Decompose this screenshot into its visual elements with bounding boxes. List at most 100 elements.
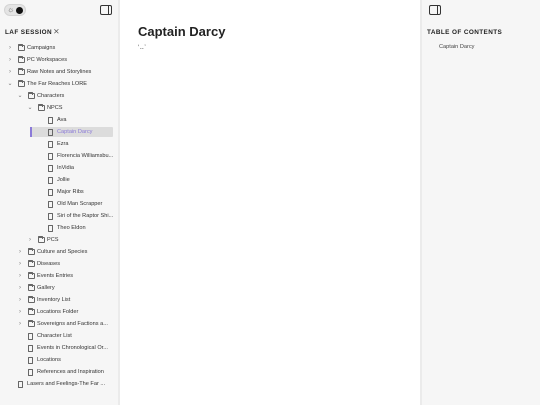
folder-icon (28, 308, 35, 315)
tree-file[interactable]: Events in Chronological Or... (0, 342, 118, 354)
sidebar: ☼ LAF SESSION ⨯ › Campaigns › PC Workspaces… (0, 0, 118, 405)
tree-file[interactable]: Florencia Williamsbu... (0, 150, 118, 162)
tree-folder[interactable]: › Locations Folder (0, 306, 118, 318)
file-icon (48, 188, 53, 196)
file-icon (48, 140, 53, 148)
tree-file[interactable]: Captain Darcy (0, 126, 118, 138)
tree-item-label: Siri of the Raptor Shi... (57, 213, 114, 219)
tree-item-label: Campaigns (27, 45, 56, 51)
tree-file[interactable]: Siri of the Raptor Shi... (0, 210, 118, 222)
chevron-right-icon[interactable]: › (17, 294, 23, 306)
tree-file[interactable]: Lasers and Feelings-The Far ... (0, 378, 118, 390)
tree-folder[interactable]: › Culture and Species (0, 246, 118, 258)
tree-folder[interactable]: ⌄ The Far Reaches LORE (0, 78, 118, 90)
tree-file[interactable]: Jollie (0, 174, 118, 186)
tree-item-label: Locations (37, 357, 61, 363)
chevron-down-icon[interactable]: ⌄ (27, 102, 33, 114)
tree-item-label: Gallery (37, 285, 55, 291)
tree-item-label: PC Workspaces (27, 57, 67, 63)
folder-icon (38, 104, 45, 111)
tree-item-label: Culture and Species (37, 249, 88, 255)
folder-icon (28, 248, 35, 255)
file-icon (48, 224, 53, 232)
tree-item-label: Raw Notes and Storylines (27, 69, 92, 75)
tree-item-label: Lasers and Feelings-The Far ... (27, 381, 106, 387)
toc-title: TABLE OF CONTENTS (427, 29, 503, 36)
toc-item[interactable]: Captain Darcy (439, 44, 474, 50)
folder-icon (28, 284, 35, 291)
tree-folder[interactable]: ⌄ NPCS (0, 102, 118, 114)
file-tree: › Campaigns › PC Workspaces › Raw Notes and S… (0, 42, 118, 390)
chevron-down-icon[interactable]: ⌄ (7, 78, 13, 90)
file-icon (48, 200, 53, 208)
tree-item-label: Events Entries (37, 273, 74, 279)
tree-file[interactable]: Character List (0, 330, 118, 342)
table-of-contents: TABLE OF CONTENTS Captain Darcy (422, 0, 540, 405)
tree-file[interactable]: Old Man Scrapper (0, 198, 118, 210)
tree-folder[interactable]: › Raw Notes and Storylines (0, 66, 118, 78)
tree-item-label: Major Ribs (57, 189, 84, 195)
chevron-right-icon[interactable]: › (7, 54, 13, 66)
chevron-right-icon[interactable]: › (17, 282, 23, 294)
chevron-right-icon[interactable]: › (17, 270, 23, 282)
tree-item-label: Ezra (57, 141, 69, 147)
tree-item-label: References and Inspiration (37, 369, 104, 375)
tree-file[interactable]: Major Ribs (0, 186, 118, 198)
chevron-down-icon[interactable]: ⌄ (17, 90, 23, 102)
sun-icon: ☼ (7, 5, 15, 14)
chevron-right-icon[interactable]: › (17, 258, 23, 270)
tree-item-label: Old Man Scrapper (57, 201, 103, 207)
tree-file[interactable]: Ezra (0, 138, 118, 150)
tree-folder[interactable]: › PCS (0, 234, 118, 246)
theme-toggle[interactable]: ☼ (4, 4, 26, 16)
tree-folder[interactable]: › PC Workspaces (0, 54, 118, 66)
chevron-right-icon[interactable]: › (7, 42, 13, 54)
tree-folder[interactable]: › Campaigns (0, 42, 118, 54)
folder-icon (18, 56, 25, 63)
tree-folder[interactable]: › Inventory List (0, 294, 118, 306)
section-title: LAF SESSION (5, 29, 53, 36)
tree-folder[interactable]: › Events Entries (0, 270, 118, 282)
folder-icon (28, 260, 35, 267)
tree-file[interactable]: References and Inspiration (0, 366, 118, 378)
file-icon (48, 176, 53, 184)
toggle-knob (16, 7, 23, 14)
active-indicator (30, 127, 32, 137)
folder-icon (28, 272, 35, 279)
tree-folder[interactable]: ⌄ Characters (0, 90, 118, 102)
tree-item-label: Captain Darcy (57, 129, 93, 135)
tree-item-label: Diseases (37, 261, 61, 267)
tree-item-label: Events in Chronological Or... (37, 345, 108, 351)
tree-item-label: The Far Reaches LORE (27, 81, 88, 87)
sidebar-toggle-icon[interactable] (100, 5, 112, 15)
file-icon (48, 116, 53, 124)
tree-file[interactable]: Locations (0, 354, 118, 366)
toc-toggle-icon[interactable] (429, 5, 441, 15)
tree-folder[interactable]: › Sovereigns and Factions a... (0, 318, 118, 330)
chevron-right-icon[interactable]: › (17, 306, 23, 318)
tree-item-label: Characters (37, 93, 65, 99)
tree-item-label: Locations Folder (37, 309, 79, 315)
file-icon (48, 164, 53, 172)
folder-icon (28, 92, 35, 99)
chevron-right-icon[interactable]: › (27, 234, 33, 246)
tree-folder[interactable]: › Gallery (0, 282, 118, 294)
chevron-right-icon[interactable]: › (7, 66, 13, 78)
chevron-right-icon[interactable]: › (17, 318, 23, 330)
page-title: Captain Darcy (138, 24, 226, 39)
file-icon (48, 212, 53, 220)
tree-file[interactable]: Ava (0, 114, 118, 126)
tree-file[interactable]: InVidia (0, 162, 118, 174)
collapse-all-icon[interactable]: ⨯ (53, 28, 60, 36)
folder-icon (18, 80, 25, 87)
chevron-right-icon[interactable]: › (17, 246, 23, 258)
tree-item-label: NPCS (47, 105, 63, 111)
tree-item-label: Ava (57, 117, 67, 123)
file-icon (28, 356, 33, 364)
tree-folder[interactable]: › Diseases (0, 258, 118, 270)
file-icon (48, 152, 53, 160)
tree-file[interactable]: Theo Eldon (0, 222, 118, 234)
tree-item-label: Jollie (57, 177, 70, 183)
file-icon (28, 344, 33, 352)
tree-item-label: Character List (37, 333, 72, 339)
